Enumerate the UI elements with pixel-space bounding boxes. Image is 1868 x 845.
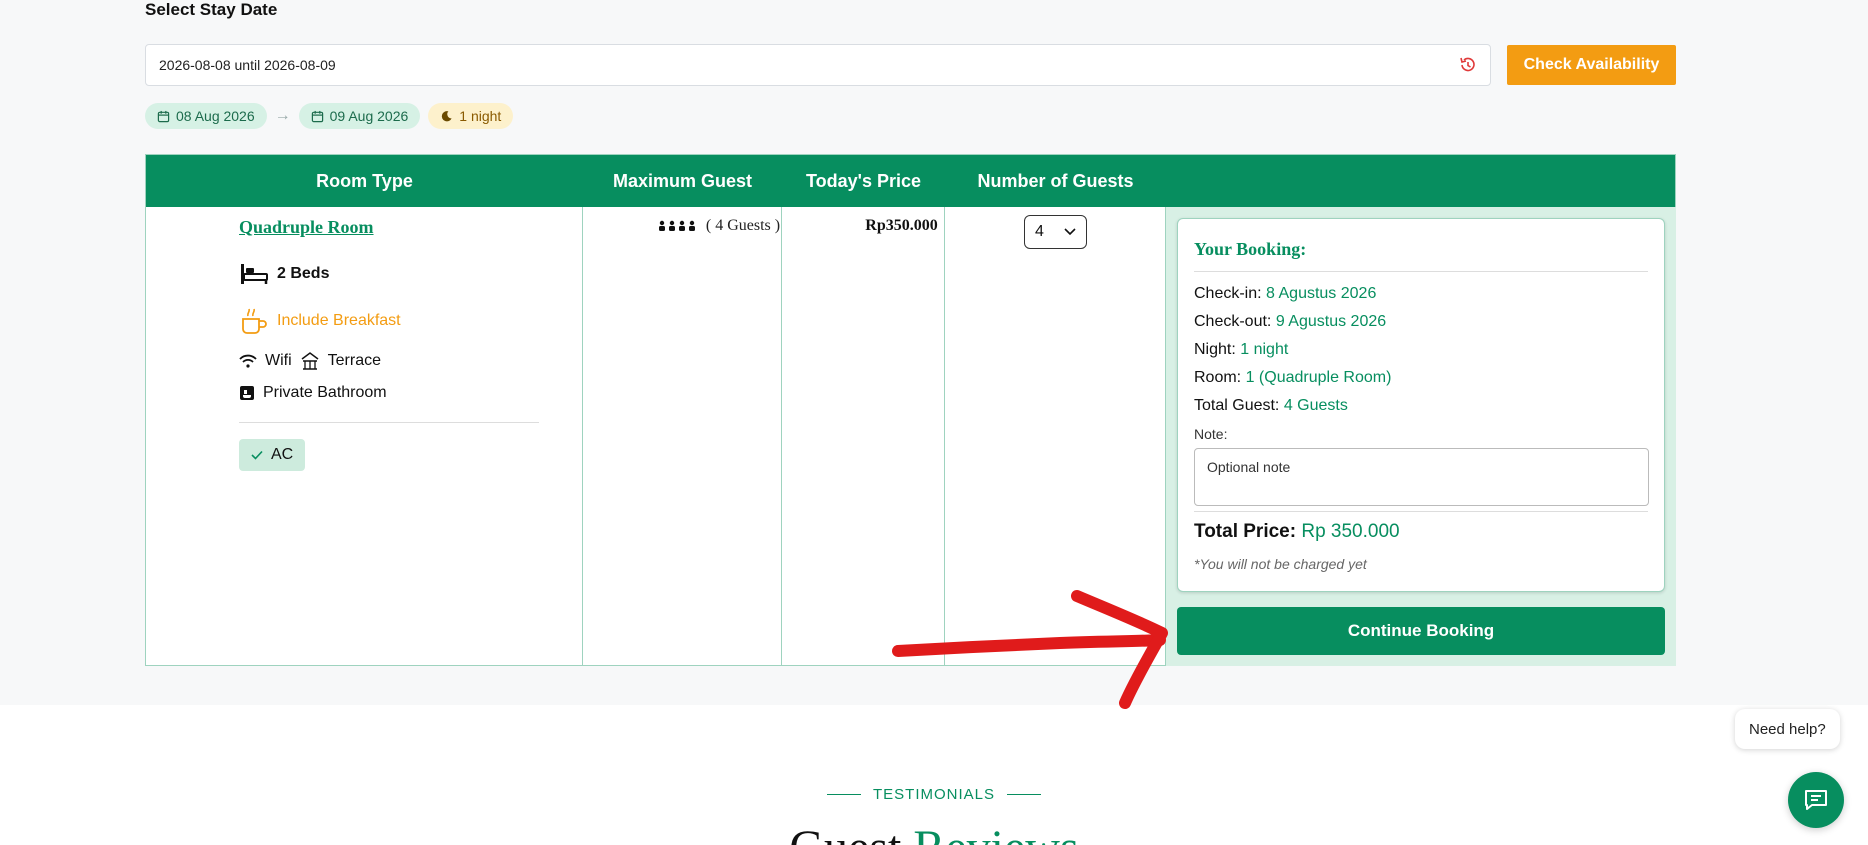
testimonials-eyebrow: TESTIMONIALS (0, 786, 1868, 803)
checkin-value: 8 Agustus 2026 (1266, 285, 1377, 302)
total-guest-label: Total Guest: (1194, 397, 1280, 414)
column-divider (944, 207, 945, 665)
calendar-icon (157, 110, 170, 122)
total-guest-value: 4 Guests (1283, 397, 1348, 414)
night-row: Night: 1 night (1194, 341, 1288, 359)
checkin-chip: 08 Aug 2026 (145, 103, 267, 129)
people-icon (658, 221, 695, 232)
room-name-link[interactable]: Quadruple Room (239, 217, 374, 238)
chip-arrow: → (274, 107, 291, 124)
checkout-chip-label: 09 Aug 2026 (329, 108, 409, 124)
date-chips: 08 Aug 2026 → 09 Aug 2026 1 night (145, 103, 514, 129)
need-help-bubble[interactable]: Need help? (1735, 709, 1840, 749)
checkout-value: 9 Agustus 2026 (1275, 313, 1387, 330)
bathroom-icon (240, 386, 254, 400)
guest-count-value: 4 (1035, 223, 1044, 240)
date-range-value: 2026-08-08 until 2026-08-09 (159, 57, 336, 73)
total-guest-row: Total Guest: 4 Guests (1194, 397, 1348, 415)
table-header: Room Type Maximum Guest Today's Price Nu… (146, 155, 1675, 207)
booking-cell: Your Booking: Check-in: 8 Agustus 2026 C… (1166, 207, 1676, 666)
column-divider (781, 207, 782, 665)
history-icon[interactable] (1458, 55, 1478, 75)
moon-icon (442, 110, 452, 121)
room-table: Room Type Maximum Guest Today's Price Nu… (145, 154, 1676, 666)
coffee-cup-icon (242, 308, 267, 334)
wifi-icon (239, 354, 257, 368)
room-row: Room: 1 (Quadruple Room) (1194, 369, 1391, 387)
terrace-icon (301, 352, 319, 370)
header-num-guests: Number of Guests (977, 170, 1134, 191)
note-label: Note: (1194, 426, 1228, 442)
total-price-label: Total Price: (1194, 521, 1297, 542)
section-title: Select Stay Date (145, 0, 278, 19)
total-price: Total Price: Rp 350.000 (1194, 521, 1400, 543)
booking-summary-card: Your Booking: Check-in: 8 Agustus 2026 C… (1177, 218, 1665, 592)
max-guest-cell: ( 4 Guests ) (620, 217, 818, 235)
guest-count-select[interactable]: 4 (1024, 215, 1087, 249)
feature-divider (239, 422, 539, 423)
testimonials-heading: Guest Reviews (0, 818, 1868, 845)
checkin-label: Check-in: (1194, 285, 1262, 302)
calendar-icon (311, 110, 323, 122)
booking-divider (1194, 271, 1648, 272)
heading-part-b: Reviews (913, 821, 1078, 845)
check-availability-button[interactable]: Check Availability (1507, 45, 1676, 85)
ac-badge: AC (239, 439, 306, 471)
max-guest-label: ( 4 Guests ) (705, 217, 781, 234)
amenities-row: Wifi Terrace (239, 352, 381, 370)
bed-icon (241, 264, 268, 284)
header-price: Today's Price (806, 170, 921, 191)
date-range-input[interactable]: 2026-08-08 until 2026-08-09 (145, 44, 1491, 86)
beds-feature: 2 Beds (239, 262, 329, 286)
bathroom-feature: Private Bathroom (239, 384, 387, 402)
price-cell: Rp350.000 (865, 217, 938, 234)
check-icon (251, 450, 263, 460)
header-booking (1166, 155, 1676, 207)
room-label: Room: (1194, 369, 1242, 386)
chat-button[interactable] (1788, 772, 1844, 828)
column-divider (582, 207, 583, 665)
night-value: 1 night (1240, 341, 1289, 358)
heading-part-a: Guest (789, 821, 901, 845)
checkout-chip: 09 Aug 2026 (298, 103, 421, 129)
night-label: Night: (1194, 341, 1236, 358)
testimonials-label: TESTIMONIALS (872, 786, 996, 803)
ac-label: AC (271, 446, 294, 463)
header-room-type: Room Type (316, 170, 413, 191)
beds-label: 2 Beds (277, 265, 330, 282)
total-price-value: Rp 350.000 (1301, 521, 1400, 542)
checkin-row: Check-in: 8 Agustus 2026 (1194, 285, 1376, 303)
note-textarea[interactable]: Optional note (1194, 448, 1649, 506)
eyebrow-line (1007, 794, 1042, 795)
nights-chip: 1 night (428, 103, 514, 129)
chevron-down-icon (1064, 228, 1076, 236)
eyebrow-line (826, 794, 861, 795)
breakfast-feature: Include Breakfast (239, 307, 401, 335)
terrace-label: Terrace (327, 352, 382, 369)
checkout-row: Check-out: 9 Agustus 2026 (1194, 313, 1386, 331)
breakfast-label: Include Breakfast (277, 312, 401, 329)
header-max-guest: Maximum Guest (612, 170, 753, 191)
chat-icon (1805, 790, 1827, 810)
room-value: 1 (Quadruple Room) (1245, 369, 1392, 386)
booking-divider (1194, 511, 1648, 512)
wifi-label: Wifi (265, 352, 292, 369)
nights-chip-label: 1 night (459, 108, 502, 124)
checkout-label: Check-out: (1194, 313, 1272, 330)
booking-title: Your Booking: (1194, 239, 1307, 259)
checkin-chip-label: 08 Aug 2026 (176, 108, 255, 124)
charge-note: *You will not be charged yet (1194, 556, 1367, 572)
bathroom-label: Private Bathroom (263, 384, 387, 401)
continue-booking-button[interactable]: Continue Booking (1177, 607, 1665, 655)
